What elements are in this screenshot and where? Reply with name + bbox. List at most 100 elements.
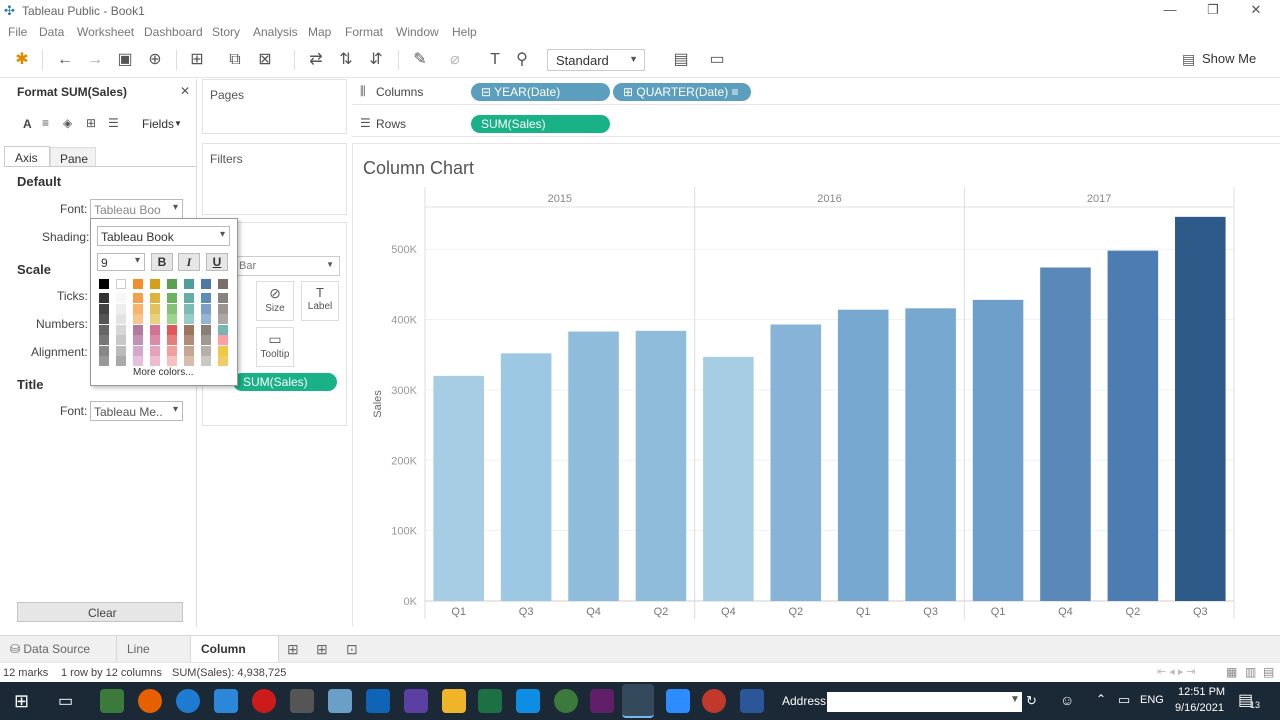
color-swatch[interactable] — [167, 345, 177, 356]
color-swatch[interactable] — [150, 345, 160, 356]
color-swatch[interactable] — [218, 356, 228, 366]
columns-shelf[interactable]: ⫼ Columns ⊟ YEAR(Date) ⊞ QUARTER(Date) ≡ — [352, 79, 1280, 105]
word-app-icon[interactable] — [740, 689, 764, 713]
color-swatch[interactable] — [201, 324, 211, 335]
tab-axis[interactable]: Axis — [4, 146, 50, 167]
label-button[interactable]: T Label — [301, 281, 339, 321]
clear-sheet-icon[interactable]: ⊠ — [254, 50, 276, 70]
cards-icon[interactable]: ▤ — [670, 50, 692, 70]
color-swatch[interactable] — [133, 345, 143, 356]
color-swatch[interactable] — [218, 314, 228, 324]
address-input[interactable] — [827, 692, 1022, 712]
menu-data[interactable]: Data — [39, 25, 64, 39]
color-swatch[interactable] — [150, 335, 160, 345]
menu-analysis[interactable]: Analysis — [253, 25, 298, 39]
chrome-app-icon[interactable] — [554, 689, 578, 713]
color-swatch[interactable] — [99, 345, 109, 356]
color-swatch[interactable] — [201, 345, 211, 356]
sheet-sorter-icon[interactable]: ▦ — [1226, 665, 1237, 679]
rows-shelf[interactable]: ☰ Rows SUM(Sales) — [352, 111, 1280, 137]
battery-icon[interactable]: ▭ — [1118, 692, 1130, 708]
edge-app-icon[interactable] — [214, 689, 238, 713]
color-swatch[interactable] — [116, 356, 126, 366]
sort-ascending-icon[interactable]: ⇅ — [335, 50, 357, 70]
view-size-dropdown[interactable]: Standard ▼ — [547, 49, 645, 71]
color-swatch[interactable] — [150, 293, 160, 303]
color-swatch[interactable] — [218, 303, 228, 314]
store-app-icon[interactable] — [290, 689, 314, 713]
color-swatch[interactable] — [150, 314, 160, 324]
chrome-app-icon[interactable] — [702, 689, 726, 713]
color-swatch[interactable] — [167, 356, 177, 366]
color-swatch[interactable] — [184, 293, 194, 303]
color-swatch[interactable] — [116, 303, 126, 314]
font-dropdown[interactable]: Tableau Boo ▾ — [90, 199, 183, 219]
group-icon[interactable]: ⌀ — [444, 50, 466, 70]
sheet-navigation-icons[interactable]: ⇤ ◂ ▸ ⇥ — [1157, 665, 1196, 678]
chrome-app-icon[interactable] — [100, 689, 124, 713]
color-swatch[interactable] — [99, 279, 109, 289]
underline-button[interactable]: U — [206, 253, 228, 271]
color-swatch[interactable] — [201, 279, 211, 289]
quarter-date-pill[interactable]: ⊞ QUARTER(Date) ≡ — [613, 83, 751, 101]
color-swatch[interactable] — [116, 279, 126, 289]
restore-button[interactable]: ❐ — [1203, 2, 1223, 20]
color-swatch[interactable] — [133, 335, 143, 345]
color-swatch[interactable] — [167, 324, 177, 335]
clear-button[interactable]: Clear — [17, 602, 183, 622]
new-story-icon[interactable]: ⊡ — [346, 641, 358, 658]
bold-button[interactable]: B — [151, 253, 173, 271]
tab-data-source[interactable]: ⛁ Data Source — [0, 636, 117, 662]
filters-card[interactable]: Filters — [202, 143, 347, 215]
color-swatch[interactable] — [133, 314, 143, 324]
opera-app-icon[interactable] — [252, 689, 276, 713]
ie-app-icon[interactable] — [176, 689, 200, 713]
save-icon[interactable]: ▣ — [114, 50, 136, 70]
color-swatch[interactable] — [133, 324, 143, 335]
color-swatch[interactable] — [218, 293, 228, 303]
color-swatch[interactable] — [99, 303, 109, 314]
duplicate-sheet-icon[interactable]: ⧉ — [224, 50, 246, 70]
bar[interactable] — [568, 331, 619, 601]
shading-format-icon[interactable]: ◈ — [63, 116, 72, 130]
filmstrip-icon[interactable]: ▥ — [1245, 665, 1256, 679]
task-view-icon[interactable]: ▭ — [58, 691, 73, 711]
color-swatch[interactable] — [167, 335, 177, 345]
new-data-source-icon[interactable]: ⊕ — [144, 50, 166, 70]
year-date-pill[interactable]: ⊟ YEAR(Date) — [471, 83, 610, 101]
language-indicator[interactable]: ENG — [1140, 694, 1164, 706]
zoom-app-icon[interactable] — [666, 689, 690, 713]
excel-app-icon[interactable] — [478, 689, 502, 713]
minimize-button[interactable]: — — [1160, 2, 1180, 20]
tableau-icon[interactable]: ✱ — [11, 50, 33, 70]
clock-date[interactable]: 9/16/2021 — [1175, 702, 1224, 714]
color-swatch[interactable] — [184, 345, 194, 356]
color-swatch[interactable] — [133, 279, 143, 289]
tableau-app-icon[interactable] — [622, 684, 654, 718]
file-explorer-icon[interactable] — [442, 689, 466, 713]
show-me-button[interactable]: Show Me — [1202, 51, 1256, 66]
menu-window[interactable]: Window — [396, 25, 439, 39]
forward-arrow-icon[interactable]: → — [84, 50, 106, 70]
new-dashboard-icon[interactable]: ⊞ — [316, 641, 328, 658]
swap-icon[interactable]: ⇄ — [305, 50, 327, 70]
color-swatch[interactable] — [184, 279, 194, 289]
color-swatch[interactable] — [201, 314, 211, 324]
color-swatch[interactable] — [116, 293, 126, 303]
fields-dropdown[interactable]: Fields — [142, 117, 174, 131]
color-swatch[interactable] — [150, 279, 160, 289]
clock-time[interactable]: 12:51 PM — [1178, 686, 1225, 698]
size-button[interactable]: ⊘ Size — [256, 281, 294, 321]
firefox-app-icon[interactable] — [138, 689, 162, 713]
font-format-icon[interactable]: A — [23, 117, 32, 131]
color-swatch[interactable] — [201, 335, 211, 345]
color-swatch[interactable] — [99, 293, 109, 303]
show-labels-icon[interactable]: T — [484, 50, 506, 70]
back-arrow-icon[interactable]: ← — [54, 50, 76, 70]
people-icon[interactable]: ☺ — [1060, 692, 1074, 708]
color-swatch[interactable] — [150, 303, 160, 314]
close-window-button[interactable]: ✕ — [1246, 2, 1266, 20]
highlight-icon[interactable]: ✎ — [409, 50, 431, 70]
color-swatch[interactable] — [218, 279, 228, 289]
skype-app-icon[interactable] — [516, 689, 540, 713]
